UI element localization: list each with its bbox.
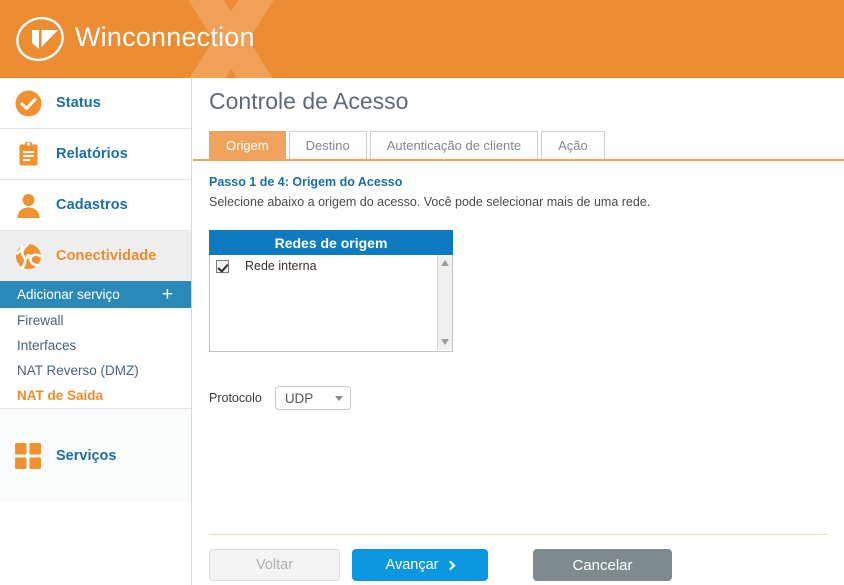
source-networks-header: Redes de origem	[209, 230, 453, 255]
sidebar-item-label: Cadastros	[56, 197, 128, 213]
grid-squares-icon	[15, 442, 41, 469]
next-button-label: Avançar	[385, 557, 439, 573]
tab-acao[interactable]: Ação	[541, 131, 605, 159]
sidebar-item-label: Serviços	[56, 447, 117, 464]
winconnection-logo-icon	[16, 16, 64, 62]
sidebar-group-conectividade: Conectividade Adicionar serviço + Firewa…	[0, 231, 191, 408]
sidebar-group-cadastros: Cadastros	[0, 180, 191, 231]
sidebar-item-label: Status	[56, 95, 101, 111]
sidebar-item-cadastros[interactable]: Cadastros	[0, 180, 191, 230]
list-item[interactable]: Rede interna	[210, 255, 452, 277]
tab-label: Autenticação de cliente	[386, 138, 522, 153]
scroll-up-arrow-icon[interactable]	[441, 260, 449, 266]
sidebar-item-status[interactable]: Status	[0, 78, 191, 128]
network-checkbox[interactable]	[216, 259, 229, 273]
main-content: Controle de Acesso Origem Destino Autent…	[193, 78, 844, 585]
sidebar-subitem-interfaces[interactable]: Interfaces	[0, 333, 191, 358]
cancel-button[interactable]: Cancelar	[533, 549, 672, 581]
clipboard-icon	[19, 141, 38, 165]
sidebar-item-conectividade[interactable]: Conectividade	[0, 231, 191, 281]
sidebar-subitem-label: NAT de Saida	[17, 388, 104, 403]
tab-label: Origem	[226, 138, 269, 153]
chevron-down-icon	[334, 395, 343, 401]
add-service-label: Adicionar serviço	[17, 287, 120, 302]
footer-divider	[209, 534, 828, 535]
protocol-value: UDP	[284, 390, 314, 406]
tab-autenticacao-de-cliente[interactable]: Autenticação de cliente	[369, 131, 539, 159]
app-header: Winconnection	[0, 0, 844, 78]
source-networks-panel: Redes de origem Rede interna	[209, 230, 453, 352]
sidebar-subitem-firewall[interactable]: Firewall	[0, 308, 191, 333]
sidebar-subitem-label: NAT Reverso (DMZ)	[17, 363, 139, 378]
tab-bar: Origem Destino Autenticação de cliente A…	[193, 131, 844, 161]
sidebar: Status Relatórios Cadastros Conectividad…	[0, 78, 192, 585]
next-button[interactable]: Avançar	[352, 549, 488, 581]
protocol-label: Protocolo	[209, 391, 262, 405]
cancel-button-label: Cancelar	[572, 556, 633, 574]
chevron-right-icon	[446, 560, 456, 570]
sidebar-item-servicos[interactable]: Serviços	[0, 409, 191, 502]
sidebar-subitem-label: Interfaces	[17, 338, 77, 353]
sidebar-item-label: Conectividade	[56, 248, 157, 264]
scroll-down-arrow-icon[interactable]	[441, 339, 449, 345]
protocol-row: Protocolo UDP	[209, 386, 351, 410]
sidebar-add-service-button[interactable]: Adicionar serviço +	[0, 281, 191, 308]
check-circle-icon	[15, 90, 42, 116]
brand-name: Winconnection	[75, 22, 255, 52]
tab-label: Ação	[558, 138, 588, 153]
brand-logo[interactable]: Winconnection	[14, 13, 255, 65]
page-title: Controle de Acesso	[209, 88, 409, 114]
list-scrollbar[interactable]	[437, 255, 452, 350]
step-description: Selecione abaixo a origem do acesso. Voc…	[209, 195, 651, 209]
sidebar-item-label: Relatórios	[56, 146, 128, 162]
back-button-label: Voltar	[255, 557, 294, 573]
network-globe-icon	[15, 242, 42, 269]
source-networks-list: Rede interna	[209, 255, 453, 352]
network-label: Rede interna	[245, 259, 317, 273]
sidebar-subitem-label: Firewall	[17, 313, 64, 328]
tab-destino[interactable]: Destino	[288, 131, 367, 159]
step-title: Passo 1 de 4: Origem do Acesso	[209, 175, 403, 189]
back-button[interactable]: Voltar	[209, 549, 340, 581]
sidebar-group-status: Status	[0, 78, 191, 129]
sidebar-group-relatorios: Relatórios	[0, 129, 191, 180]
wizard-button-bar: Voltar Avançar Cancelar	[209, 549, 672, 581]
tab-origem[interactable]: Origem	[209, 131, 286, 159]
tab-label: Destino	[305, 138, 350, 153]
plus-icon: +	[161, 284, 173, 305]
sidebar-subitem-nat-saida[interactable]: NAT de Saida	[0, 383, 191, 408]
sidebar-item-relatorios[interactable]: Relatórios	[0, 129, 191, 179]
protocol-select[interactable]: UDP	[274, 386, 351, 410]
application-window: Winconnection Status Relatórios Cadastro…	[0, 0, 844, 585]
sidebar-subitem-nat-reverso[interactable]: NAT Reverso (DMZ)	[0, 358, 191, 383]
user-icon	[17, 193, 40, 218]
